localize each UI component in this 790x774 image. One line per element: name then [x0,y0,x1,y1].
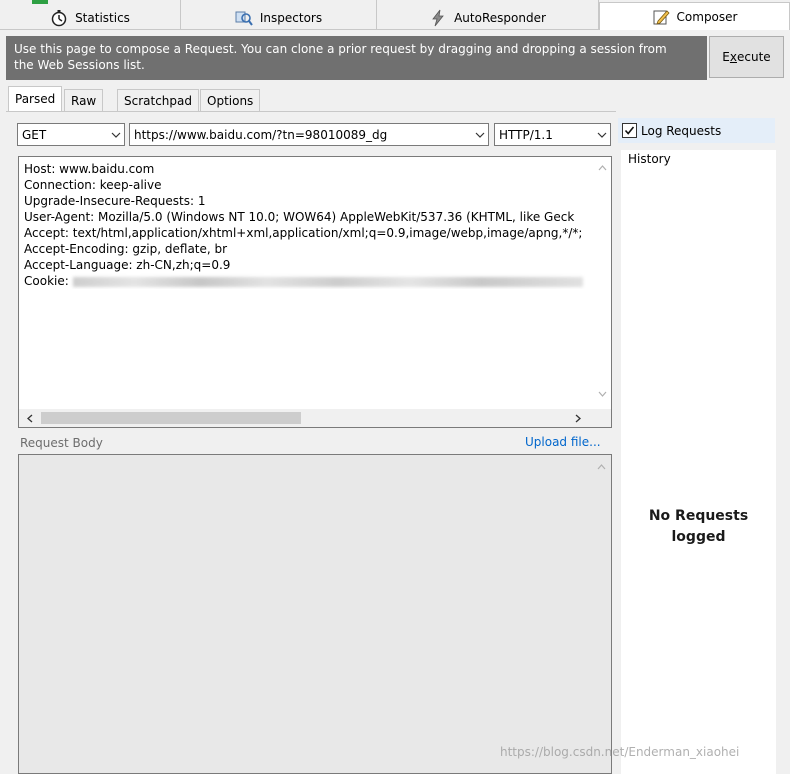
subtab-label: Scratchpad [124,93,192,108]
cookie-value-blurred [72,276,583,287]
checkmark-icon [624,126,635,135]
tab-label: Inspectors [259,10,323,25]
chevron-down-icon [472,124,488,145]
tab-scratchpad[interactable]: Scratchpad [117,89,199,111]
http-version-value: HTTP/1.1 [499,127,553,142]
scroll-left-icon[interactable] [23,411,37,425]
tab-label: Composer [676,9,738,24]
tab-autoresponder[interactable]: AutoResponder [377,5,599,30]
tab-options[interactable]: Options [200,89,261,111]
method-value: GET [22,127,47,142]
execute-button[interactable]: Ex ecute [709,36,784,78]
chevron-down-icon [108,124,124,145]
scroll-up-icon[interactable] [594,161,611,175]
header-line: Connection: keep-alive [24,178,162,192]
horizontal-scrollbar[interactable] [19,409,611,427]
method-select[interactable]: GET [17,123,125,146]
tab-inspectors[interactable]: Inspectors [181,5,377,30]
log-requests-checkbox[interactable] [622,123,637,138]
execute-label-post: ecute [737,50,771,64]
clipped-tab-icon [32,0,48,4]
request-body-label: Request Body [20,436,103,450]
vertical-scrollbar[interactable] [594,157,611,409]
stopwatch-icon [51,9,67,26]
header-line: Accept: text/html,application/xhtml+xml,… [24,226,583,240]
header-line: Accept-Language: zh-CN,zh;q=0.9 [24,258,231,272]
log-requests-label: Log Requests [641,123,722,138]
tab-statistics[interactable]: Statistics [0,5,181,30]
header-line: Host: www.baidu.com [24,162,155,176]
request-headers-editor[interactable]: Host: www.baidu.com Connection: keep-ali… [18,156,612,428]
execute-label-pre: E [722,50,730,64]
subtab-label: Raw [71,93,97,108]
lightning-icon [432,9,444,26]
empty-history-message: No Requests logged [621,506,776,548]
header-line-cookie: Cookie: [24,273,586,289]
tab-raw[interactable]: Raw [64,89,104,111]
headers-text: Host: www.baidu.com Connection: keep-ali… [24,161,586,289]
watermark-text: https://blog.csdn.net/Enderman_xiaohei [500,745,740,759]
horizontal-scroll-thumb[interactable] [41,412,301,424]
url-input[interactable]: https://www.baidu.com/?tn=98010089_dg [129,123,489,146]
subtab-label: Options [207,93,254,108]
scroll-up-icon[interactable] [593,460,610,474]
execute-label-accel: x [729,50,737,64]
tab-label: Statistics [75,10,130,25]
subtab-baseline [6,111,616,112]
chevron-down-icon [594,124,610,145]
scroll-down-icon[interactable] [594,387,611,401]
tab-composer[interactable]: Composer [599,2,790,30]
banner-line-1: Use this page to compose a Request. You … [14,42,667,56]
header-line: Upgrade-Insecure-Requests: 1 [24,194,206,208]
banner-line-2: the Web Sessions list. [14,58,145,72]
upload-file-link[interactable]: Upload file... [525,435,601,449]
request-history-list[interactable] [621,150,776,774]
url-value: https://www.baidu.com/?tn=98010089_dg [134,127,388,142]
pencil-icon [653,9,670,25]
http-version-select[interactable]: HTTP/1.1 [494,123,611,146]
subtab-label: Parsed [15,92,56,106]
info-banner: Use this page to compose a Request. You … [6,36,707,80]
request-body-editor[interactable] [18,454,612,774]
header-line: Accept-Encoding: gzip, deflate, br [24,242,228,256]
empty-line-2: logged [671,529,726,545]
inspect-icon [235,11,253,26]
tab-label: AutoResponder [454,10,546,25]
history-label: History [628,152,671,166]
cookie-label: Cookie: [24,274,73,288]
tab-parsed[interactable]: Parsed [8,86,63,111]
header-line: User-Agent: Mozilla/5.0 (Windows NT 10.0… [24,210,575,224]
empty-line-1: No Requests [648,508,749,524]
log-requests-toggle[interactable]: Log Requests [618,118,775,143]
scroll-right-icon[interactable] [571,411,585,425]
